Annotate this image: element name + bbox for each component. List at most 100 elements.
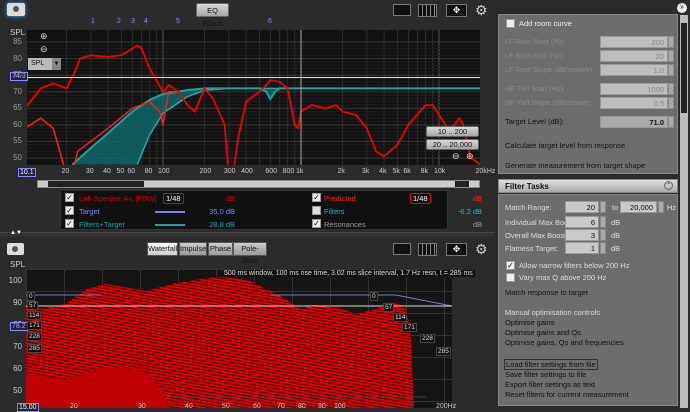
match-range-to-input[interactable]: 20,000 [620,201,657,213]
zoom-in-icon[interactable]: ⊕ [466,151,474,162]
legend-label[interactable]: Filters [324,207,344,216]
target-field-input[interactable]: 200 [600,36,668,48]
filter-marker[interactable]: 4 [144,18,148,25]
target-field-spinner[interactable] [668,97,674,109]
tab-waterfall[interactable]: Waterfall [147,242,178,256]
frequency-response-plot[interactable] [27,30,480,165]
x-tick: 80 [298,403,306,410]
target-field-input[interactable]: 20 [600,50,668,62]
optimise-all-link[interactable]: Optimise gains, Qs and frequencies [505,338,624,347]
save-filter-settings-link[interactable]: Save filter settings to file [505,370,586,379]
display-layout-icon[interactable] [393,4,411,16]
overall-spinner[interactable] [600,229,606,241]
legend-checkbox[interactable] [312,206,321,215]
columns-icon[interactable] [418,4,437,17]
add-room-curve-checkbox[interactable] [506,19,515,28]
filter-marker[interactable]: 5 [176,18,180,25]
display-layout-icon[interactable] [393,243,411,255]
horizontal-scrollbar[interactable] [37,180,480,188]
target-field-spinner[interactable] [668,50,674,62]
legend-checkbox[interactable]: ✓ [65,193,74,202]
legend-checkbox[interactable]: ✓ [312,193,321,202]
allow-narrow-checkbox[interactable]: ✓ [506,261,515,270]
zoom-in-icon[interactable]: ⊕ [40,31,48,42]
target-level-input[interactable]: 71.0 [600,116,668,128]
target-field-label: HF Fall Slope (dB/octave) [505,98,591,107]
x-tick: 200Hz [436,403,457,410]
fit-arrows-icon[interactable]: ✥ [446,4,467,17]
match-to-spinner[interactable] [658,201,664,213]
expand-collapse-icon[interactable]: ▲▼ [10,230,22,236]
filter-marker[interactable]: 3 [131,18,135,25]
match-range-from-input[interactable]: 20 [565,201,599,213]
camera-icon[interactable] [7,243,24,255]
reset-filters-link[interactable]: Reset filters for current measurement [505,390,629,399]
target-field-spinner[interactable] [668,36,674,48]
filter-marker[interactable]: 1 [91,18,95,25]
scrollbar-thumb[interactable] [48,181,144,187]
calculate-target-level-link[interactable]: Calculate target level from response [505,141,625,150]
individual-spinner[interactable] [600,216,606,228]
match-response-link[interactable]: Match response to target [505,288,588,297]
legend-label[interactable]: Resonances [324,220,366,229]
zoom-out-icon[interactable]: ⊖ [452,151,460,162]
vary-q-checkbox[interactable] [506,273,515,282]
legend-checkbox[interactable]: ✓ [312,219,321,228]
time-slice-label: 228 [420,334,435,343]
settings-gear-icon[interactable]: ⚙ [475,241,488,258]
columns-icon[interactable] [418,243,437,256]
load-filter-settings-link[interactable]: Load filter settings from file [504,359,598,370]
vertical-scrollbar[interactable] [680,15,688,408]
filter-marker[interactable]: 6 [268,18,272,25]
tab-phase[interactable]: Phase [208,242,233,256]
target-field-input[interactable]: 0.5 [600,97,668,109]
panel-splitter[interactable] [0,232,495,236]
legend-label[interactable]: Filters+Target [79,220,125,229]
range-20-20000-button[interactable]: 20 .. 20,000 [426,139,479,150]
range-10-200-button[interactable]: 10 .. 200 [426,126,479,137]
eq-filters-button[interactable]: EQ Filters [196,3,229,28]
camera-icon[interactable] [7,3,25,16]
overall-max-boost-input[interactable]: 3 [565,229,599,241]
spl-select[interactable]: SPL ▼ [28,58,61,70]
control-panel: » Add room curve LF Rise Start (Hz) 200 LF… [495,0,690,408]
scrollbar-thumb[interactable] [681,23,687,113]
y-tick: 60 [13,119,22,129]
collapse-section-icon[interactable]: ⌃ [664,181,673,190]
zoom-out-icon[interactable]: ⊖ [40,44,48,55]
flatness-target-input[interactable]: 1 [565,242,599,254]
time-slice-label: 285 [436,347,451,356]
target-field-spinner[interactable] [668,64,674,76]
individual-max-boost-input[interactable]: 6 [565,216,599,228]
filter-marker[interactable]: 2 [117,18,121,25]
generate-measurement-link[interactable]: Generate measurement from target shape [505,161,645,170]
legend-label[interactable]: Predicted [324,194,356,203]
filter-tasks-header[interactable]: Filter Tasks ⌃ [498,179,678,193]
export-filter-settings-link[interactable]: Export filter settings as text [505,380,595,389]
legend-label[interactable]: Target [79,207,100,216]
target-level-spinner[interactable] [668,116,674,128]
legend-checkbox[interactable]: ✓ [65,219,74,228]
target-field-spinner[interactable] [668,83,674,95]
waterfall-plot[interactable] [26,269,452,408]
target-field-label: LF Rise Slope (dB/octave) [505,65,593,74]
y-tick: 60 [13,364,22,373]
target-field-input[interactable]: 1000 [600,83,668,95]
smoothing-badge[interactable]: 1/48 [410,193,431,204]
smoothing-badge[interactable]: 1/48 [163,193,184,204]
collapse-panel-icon[interactable]: » [677,3,687,13]
optimise-gains-link[interactable]: Optimise gains [505,318,555,327]
legend-checkbox[interactable]: ✓ [65,206,74,215]
tab-impulse[interactable]: Impulse [179,242,207,256]
optimise-gains-qs-link[interactable]: Optimise gains and Qs [505,328,581,337]
x-tick: 30 [85,168,94,175]
x-tick: 10k [434,168,446,175]
target-field-input[interactable]: 1.0 [600,64,668,76]
flatness-spinner[interactable] [600,242,606,254]
match-from-spinner[interactable] [600,201,606,213]
fit-arrows-icon[interactable]: ✥ [446,243,467,256]
settings-gear-icon[interactable]: ⚙ [475,2,488,19]
tab-pole-zero[interactable]: Pole-Zero [233,242,267,265]
legend-label[interactable]: Left Speaker Av. [FDW] [79,194,157,203]
legend-value: 28.8 dB [209,220,235,229]
